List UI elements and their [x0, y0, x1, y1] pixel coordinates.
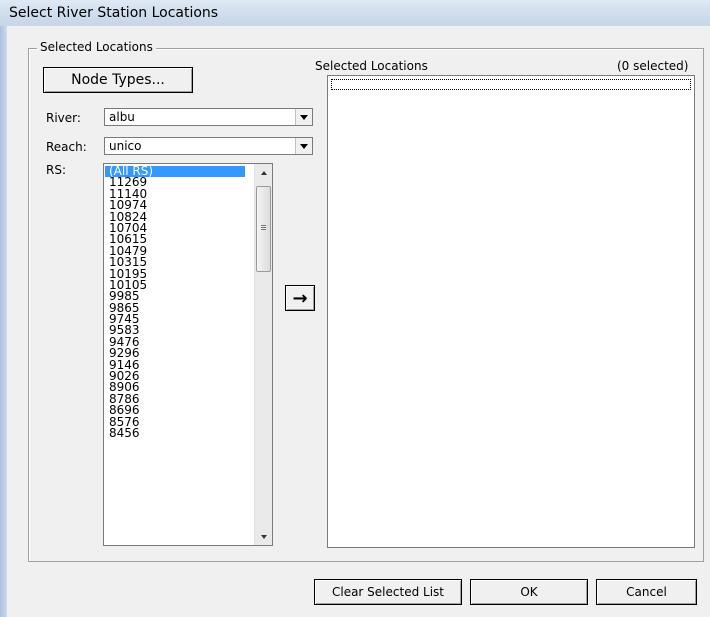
rs-list-item[interactable]: 8456 — [105, 427, 245, 439]
window-title: Select River Station Locations — [9, 5, 219, 21]
reach-label: Reach: — [46, 140, 87, 154]
reach-dropdown[interactable]: unico — [104, 137, 313, 155]
river-dropdown[interactable]: albu — [104, 108, 313, 126]
selected-locations-listbox[interactable] — [327, 75, 695, 548]
title-bar[interactable]: Select River Station Locations — [0, 0, 710, 26]
node-types-button[interactable]: Node Types... — [43, 67, 193, 93]
cancel-button[interactable]: Cancel — [596, 579, 697, 605]
reach-value: unico — [109, 139, 142, 153]
scroll-thumb[interactable] — [256, 186, 271, 272]
add-to-selected-button[interactable]: → — [285, 285, 315, 311]
right-arrow-icon: → — [292, 287, 308, 309]
clear-selected-list-button[interactable]: Clear Selected List — [314, 579, 462, 605]
selected-list-header: Selected Locations — [315, 59, 428, 73]
group-label: Selected Locations — [37, 40, 156, 54]
focus-rectangle — [331, 79, 691, 90]
chevron-down-icon[interactable] — [295, 138, 312, 154]
rs-item-list: (All RS) 11269 11140 10974 10824 10704 10615 10… — [105, 165, 245, 439]
window-frame — [0, 26, 7, 617]
rs-listbox[interactable]: (All RS) 11269 11140 10974 10824 10704 10615 10… — [103, 163, 273, 546]
river-label: River: — [46, 111, 81, 125]
scroll-down-icon[interactable] — [255, 528, 272, 545]
ok-button[interactable]: OK — [470, 579, 588, 605]
rs-label: RS: — [46, 163, 66, 177]
selected-count: (0 selected) — [617, 59, 689, 73]
chevron-down-icon[interactable] — [295, 109, 312, 125]
rs-scrollbar[interactable] — [254, 164, 272, 545]
river-value: albu — [109, 110, 135, 124]
scroll-up-icon[interactable] — [255, 164, 272, 181]
